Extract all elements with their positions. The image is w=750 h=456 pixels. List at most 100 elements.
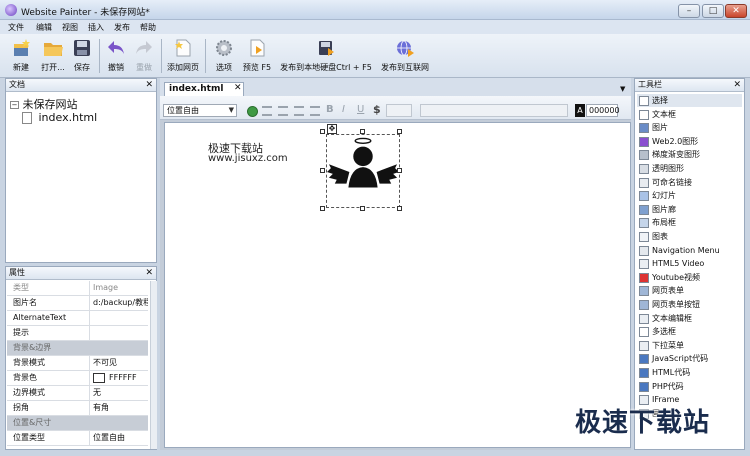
tool-item-checkbox[interactable]: 多选框: [637, 325, 742, 338]
tree-site-node[interactable]: − 未保存网站: [10, 96, 78, 112]
text-color-field[interactable]: 000000: [586, 104, 620, 117]
web20-shape-icon: [639, 136, 649, 147]
font-family-select[interactable]: [420, 104, 568, 117]
close-button[interactable]: ✕: [725, 4, 747, 18]
publish-local-button[interactable]: 发布到本地硬盘Ctrl + F5: [278, 36, 374, 76]
prop-value[interactable]: [89, 326, 148, 340]
documents-panel-close-icon[interactable]: ✕: [145, 79, 153, 91]
menu-file[interactable]: 文件: [8, 22, 24, 33]
tool-item-youtube-video[interactable]: Youtube视频: [637, 271, 742, 284]
collapse-icon[interactable]: −: [10, 101, 19, 109]
tool-item-javascript-code[interactable]: JavaScript代码: [637, 352, 742, 365]
tool-item-named-link[interactable]: 可命名链接: [637, 176, 742, 189]
prop-row[interactable]: 拐角 有角: [7, 401, 148, 416]
prop-row[interactable]: 提示: [7, 326, 148, 341]
tool-item-html5-video[interactable]: HTML5 Video: [637, 257, 742, 270]
tree-page-node[interactable]: index.html: [22, 111, 97, 124]
font-size-select[interactable]: [386, 104, 412, 117]
align-left-icon[interactable]: [262, 106, 272, 116]
undo-button[interactable]: 撤销: [102, 36, 130, 76]
tool-item-transparent-shape[interactable]: 透明图形: [637, 162, 742, 175]
chart-icon: [639, 232, 649, 242]
canvas-text-url[interactable]: www.jisuxz.com: [208, 153, 288, 164]
tools-panel-close-icon[interactable]: ✕: [733, 79, 741, 91]
add-page-button[interactable]: 添加网页: [164, 36, 202, 76]
prop-value[interactable]: 无: [89, 386, 148, 400]
resize-handle[interactable]: [360, 206, 365, 211]
menu-edit[interactable]: 编辑: [36, 22, 52, 33]
menu-help[interactable]: 帮助: [140, 22, 156, 33]
new-button[interactable]: 新建: [4, 36, 38, 76]
italic-button[interactable]: I: [342, 104, 345, 115]
prop-value[interactable]: FFFFFF: [89, 371, 148, 385]
tab-menu-icon[interactable]: ▼: [620, 85, 625, 93]
menu-insert[interactable]: 插入: [88, 22, 104, 33]
textbox-icon: [639, 109, 649, 120]
color-swatch[interactable]: [93, 372, 105, 383]
menu-view[interactable]: 视图: [62, 22, 78, 33]
resize-handle[interactable]: [397, 206, 402, 211]
tool-item-chart[interactable]: 图表: [637, 230, 742, 243]
tool-item-gradient-shape[interactable]: 梯度渐变图形: [637, 148, 742, 161]
align-justify-icon[interactable]: [310, 106, 320, 116]
position-type-select[interactable]: 位置自由 ▼: [163, 104, 237, 117]
tab-close-icon[interactable]: ✕: [234, 83, 242, 93]
tool-item-web20-shape[interactable]: Web2.0图形: [637, 135, 742, 148]
bold-button[interactable]: B: [326, 104, 334, 115]
prop-value[interactable]: 有角: [89, 401, 148, 415]
open-button[interactable]: 打开...: [38, 36, 68, 76]
tool-item-layout-box[interactable]: 布局框: [637, 216, 742, 229]
resize-handle[interactable]: [320, 168, 325, 173]
tool-item-php-code[interactable]: PHP代码: [637, 380, 742, 393]
resize-handle[interactable]: [360, 129, 365, 134]
tool-item-textbox[interactable]: 文本框: [637, 108, 742, 121]
align-center-icon[interactable]: [278, 106, 288, 116]
preview-button[interactable]: 预览 F5: [240, 36, 274, 76]
align-right-icon[interactable]: [294, 106, 304, 116]
tool-item-select[interactable]: 选择: [637, 94, 742, 107]
tool-item-slideshow[interactable]: 幻灯片: [637, 189, 742, 202]
prop-row[interactable]: 位置类型 位置自由: [7, 431, 148, 446]
prop-row[interactable]: 背景色 FFFFFF: [7, 371, 148, 386]
properties-panel-close-icon[interactable]: ✕: [145, 267, 153, 279]
tools-panel-title: 工具栏: [635, 79, 744, 92]
tab-index-html[interactable]: index.html: [164, 82, 244, 96]
tool-item-image[interactable]: 图片: [637, 121, 742, 134]
tool-item-dropdown-menu[interactable]: 下拉菜单: [637, 339, 742, 352]
prop-value[interactable]: 不可见: [89, 356, 148, 370]
prop-row[interactable]: 背景模式 不可见: [7, 356, 148, 371]
resize-handle[interactable]: [320, 129, 325, 134]
tool-item-html-code[interactable]: HTML代码: [637, 366, 742, 379]
options-button[interactable]: 选项: [209, 36, 239, 76]
prop-row[interactable]: 边界模式 无: [7, 386, 148, 401]
selected-image[interactable]: [326, 134, 400, 208]
prop-value[interactable]: 位置自由: [89, 431, 148, 445]
tool-item-gallery[interactable]: 图片廊: [637, 203, 742, 216]
tool-item-text-edit-box[interactable]: 文本编辑框: [637, 312, 742, 325]
maximize-button[interactable]: □: [702, 4, 724, 18]
prop-row[interactable]: AlternateText: [7, 311, 148, 326]
tool-item-navigation-menu[interactable]: Navigation Menu: [637, 244, 742, 257]
open-label: 打开...: [41, 63, 65, 72]
prop-row[interactable]: 图片名 d:/backup/教程: [7, 296, 148, 311]
prop-value[interactable]: [89, 311, 148, 325]
tool-item-form-button[interactable]: 网页表单按钮: [637, 298, 742, 311]
properties-scrollbar[interactable]: [150, 281, 157, 449]
resize-handle[interactable]: [397, 129, 402, 134]
tool-item-web-form[interactable]: 网页表单: [637, 284, 742, 297]
text-color-icon[interactable]: A: [575, 104, 585, 117]
prop-group-header: 背景&边界: [7, 341, 148, 356]
prop-value[interactable]: d:/backup/教程: [89, 296, 148, 310]
dollar-button[interactable]: $: [373, 103, 381, 116]
save-button[interactable]: 保存: [68, 36, 96, 76]
menu-publish[interactable]: 发布: [114, 22, 130, 33]
prop-group-label: 位置&尺寸: [13, 418, 52, 427]
publish-web-button[interactable]: 发布到互联网: [378, 36, 432, 76]
angel-icon: [327, 137, 399, 188]
underline-button[interactable]: U: [357, 104, 364, 115]
resize-handle[interactable]: [397, 168, 402, 173]
resize-handle[interactable]: [320, 206, 325, 211]
link-globe-icon[interactable]: [247, 106, 258, 117]
move-handle-icon[interactable]: ✥: [327, 124, 337, 134]
minimize-button[interactable]: –: [678, 4, 700, 18]
